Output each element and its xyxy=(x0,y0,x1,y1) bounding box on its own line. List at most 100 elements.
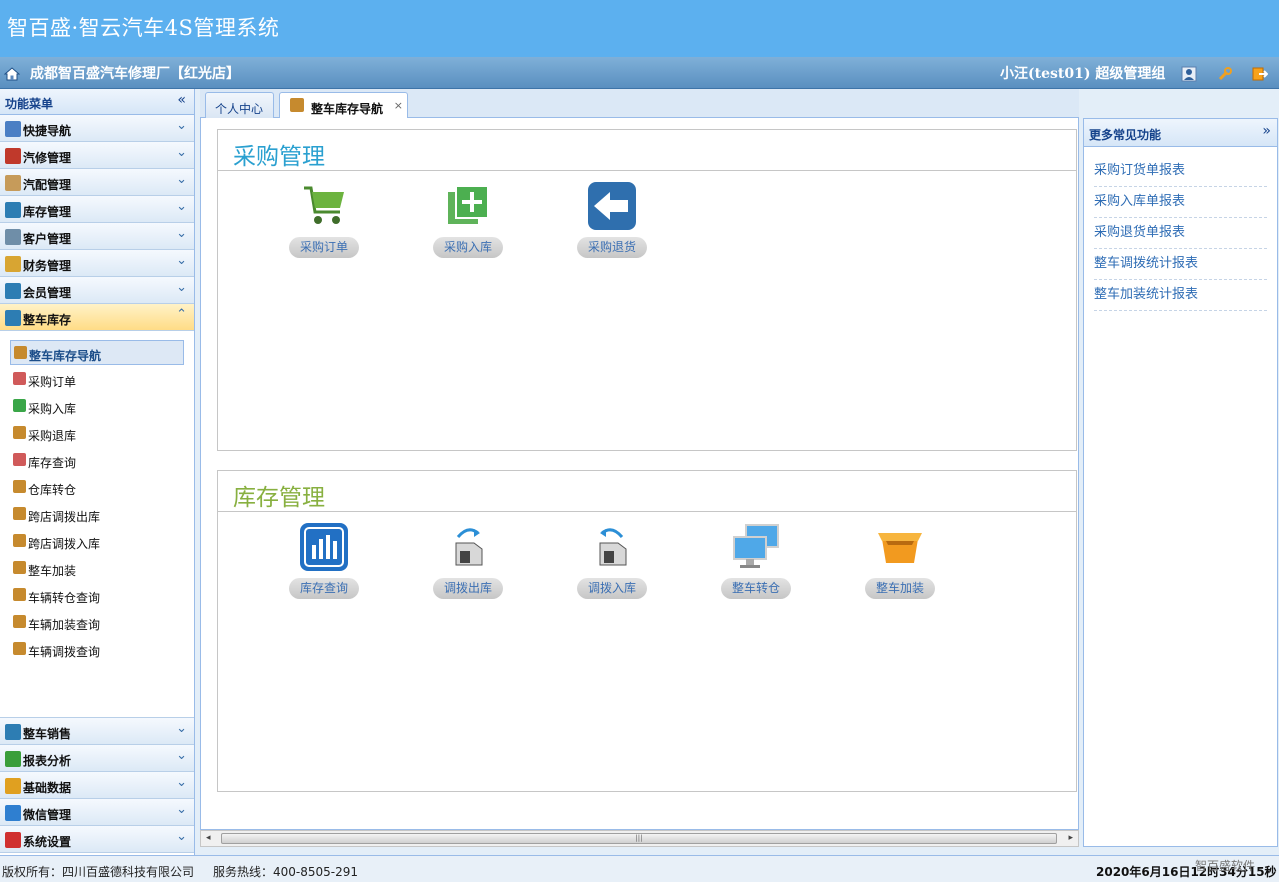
submenu-item[interactable]: 跨店调拨入库 xyxy=(10,529,184,554)
submenu-item[interactable]: 仓库转仓 xyxy=(10,475,184,500)
tile-label: 调拨入库 xyxy=(577,578,647,599)
expand-icon[interactable]: » xyxy=(1262,123,1271,139)
sidebar: 功能菜单 « 快捷导航 ⌄ 汽修管理 ⌄ 汽配管理 ⌄ 库存管理 ⌄ 客户管理 ⌄ 财务管理 ⌄ 会员管… xyxy=(0,89,195,855)
chevron-down-icon: ⌄ xyxy=(176,775,187,790)
inventory-query-tile[interactable]: 库存查询 xyxy=(284,523,364,603)
chevron-down-icon: ⌄ xyxy=(176,118,187,133)
tile-label: 整车加装 xyxy=(865,578,935,599)
submenu-icon xyxy=(13,615,26,628)
tab-label: 整车库存导航 xyxy=(311,102,384,116)
transfer-in-tile[interactable]: 调拨入库 xyxy=(572,523,652,603)
bar-chart-icon xyxy=(300,523,348,571)
sidebar-item-label: 基础数据 xyxy=(23,781,72,795)
sidebar-item-top-2[interactable]: 汽配管理 ⌄ xyxy=(0,169,194,196)
submenu-item[interactable]: 库存查询 xyxy=(10,448,184,473)
chevron-down-icon: ⌄ xyxy=(176,253,187,268)
submenu-item[interactable]: 整车库存导航 xyxy=(10,340,184,365)
sub-bar: 成都智百盛汽车修理厂【红光店】 小汪(test01) 超级管理组 xyxy=(0,57,1279,89)
sidebar-item-top-6[interactable]: 会员管理 ⌄ xyxy=(0,277,194,304)
vehicle-upgrade-tile[interactable]: 整车加装 xyxy=(860,523,940,603)
inventory-section: 库存管理 库存查询 调拨出库 调拨入库 整车转仓 整车加装 xyxy=(217,470,1077,792)
scroll-right-icon[interactable]: ▸ xyxy=(1068,833,1073,843)
scroll-left-icon[interactable]: ◂ xyxy=(206,833,211,843)
sidebar-item-bottom-2[interactable]: 基础数据 ⌄ xyxy=(0,772,194,799)
submenu-label: 库存查询 xyxy=(28,456,77,470)
scroll-thumb[interactable]: ||| xyxy=(221,833,1057,844)
submenu-item[interactable]: 车辆转仓查询 xyxy=(10,583,184,608)
submenu-item[interactable]: 采购入库 xyxy=(10,394,184,419)
sidebar-collapse-icon[interactable]: « xyxy=(177,92,186,108)
add-stack-icon xyxy=(448,185,489,224)
sidebar-item-bottom-4[interactable]: 系统设置 ⌄ xyxy=(0,826,194,853)
sidebar-bottom-menu: 整车销售 ⌄ 报表分析 ⌄ 基础数据 ⌄ 微信管理 ⌄ 系统设置 ⌄ xyxy=(0,718,194,853)
report-link[interactable]: 采购退货单报表 xyxy=(1094,218,1267,249)
return-arrow-icon xyxy=(588,182,636,230)
purchase-return-tile[interactable]: 采购退货 xyxy=(572,182,652,262)
submenu-item[interactable]: 采购退库 xyxy=(10,421,184,446)
chevron-down-icon: ⌄ xyxy=(176,280,187,295)
submenu-item[interactable]: 跨店调拨出库 xyxy=(10,502,184,527)
submenu-icon xyxy=(13,561,26,574)
chevron-down-icon: ⌄ xyxy=(176,829,187,844)
report-link[interactable]: 采购入库单报表 xyxy=(1094,187,1267,218)
sidebar-item-label: 财务管理 xyxy=(23,259,72,273)
sidebar-submenu: 整车库存导航采购订单采购入库 采购退库库存查询仓库转仓跨店调拨出库 跨店调拨入库整车… xyxy=(0,331,194,718)
sidebar-item-top-5[interactable]: 财务管理 ⌄ xyxy=(0,250,194,277)
sidebar-item-top-1[interactable]: 汽修管理 ⌄ xyxy=(0,142,194,169)
monitors-icon xyxy=(733,524,779,568)
submenu-label: 跨店调拨出库 xyxy=(28,510,101,524)
title-bar: 智百盛·智云汽车4S管理系统 xyxy=(0,0,1279,57)
logout-icon[interactable] xyxy=(1252,66,1268,82)
transfer-out-tile[interactable]: 调拨出库 xyxy=(428,523,508,603)
chevron-up-icon: ⌃ xyxy=(176,307,187,322)
sidebar-item-bottom-3[interactable]: 微信管理 ⌄ xyxy=(0,799,194,826)
tab-personal-center[interactable]: 个人中心 xyxy=(205,92,274,118)
chevron-down-icon: ⌄ xyxy=(176,721,187,736)
report-link[interactable]: 采购订货单报表 xyxy=(1094,156,1267,187)
purchase-order-tile[interactable]: 采购订单 xyxy=(284,182,364,262)
tools-icon[interactable] xyxy=(1217,66,1233,82)
sidebar-item-top-3[interactable]: 库存管理 ⌄ xyxy=(0,196,194,223)
tile-label: 库存查询 xyxy=(289,578,359,599)
tab-vehicle-inventory-nav[interactable]: 整车库存导航 × xyxy=(279,92,408,119)
chevron-down-icon: ⌄ xyxy=(176,199,187,214)
menu-icon xyxy=(5,751,21,767)
report-link[interactable]: 整车加装统计报表 xyxy=(1094,280,1267,311)
vehicle-warehouse-transfer-tile[interactable]: 整车转仓 xyxy=(716,523,796,603)
submenu-label: 跨店调拨入库 xyxy=(28,537,101,551)
chevron-down-icon: ⌄ xyxy=(176,172,187,187)
sidebar-item-bottom-0[interactable]: 整车销售 ⌄ xyxy=(0,718,194,745)
purchase-inbound-tile[interactable]: 采购入库 xyxy=(428,182,508,262)
sidebar-item-label: 会员管理 xyxy=(23,286,72,300)
tile-label: 采购订单 xyxy=(289,237,359,258)
chevron-down-icon: ⌄ xyxy=(176,802,187,817)
submenu-item[interactable]: 车辆调拨查询 xyxy=(10,637,184,662)
horizontal-scrollbar[interactable]: ◂ ||| ▸ xyxy=(200,830,1079,847)
sidebar-item-label: 汽修管理 xyxy=(23,151,72,165)
submenu-icon xyxy=(13,480,26,493)
submenu-icon xyxy=(13,642,26,655)
status-bar: 版权所有：四川百盛德科技有限公司 服务热线：400-8505-291 2020年… xyxy=(0,855,1279,882)
close-icon[interactable]: × xyxy=(394,99,403,112)
menu-icon xyxy=(5,202,21,218)
user-profile-icon[interactable] xyxy=(1181,66,1197,82)
sidebar-item-label: 汽配管理 xyxy=(23,178,72,192)
chevron-down-icon: ⌄ xyxy=(176,748,187,763)
submenu-icon xyxy=(14,346,27,359)
report-link[interactable]: 整车调拨统计报表 xyxy=(1094,249,1267,280)
sidebar-item-label: 微信管理 xyxy=(23,808,72,822)
submenu-item[interactable]: 车辆加装查询 xyxy=(10,610,184,635)
menu-icon xyxy=(5,256,21,272)
submenu-item[interactable]: 整车加装 xyxy=(10,556,184,581)
submenu-label: 采购订单 xyxy=(28,375,77,389)
menu-icon xyxy=(5,229,21,245)
sidebar-item-top-4[interactable]: 客户管理 ⌄ xyxy=(0,223,194,250)
submenu-item[interactable]: 采购订单 xyxy=(10,367,184,392)
sidebar-item-vehicle-inventory[interactable]: 整车库存 ⌃ xyxy=(0,304,194,331)
box-icon xyxy=(290,98,304,112)
open-box-icon xyxy=(878,533,922,563)
sidebar-item-bottom-1[interactable]: 报表分析 ⌄ xyxy=(0,745,194,772)
home-icon[interactable] xyxy=(4,66,20,82)
sidebar-item-top-0[interactable]: 快捷导航 ⌄ xyxy=(0,115,194,142)
submenu-icon xyxy=(13,399,26,412)
